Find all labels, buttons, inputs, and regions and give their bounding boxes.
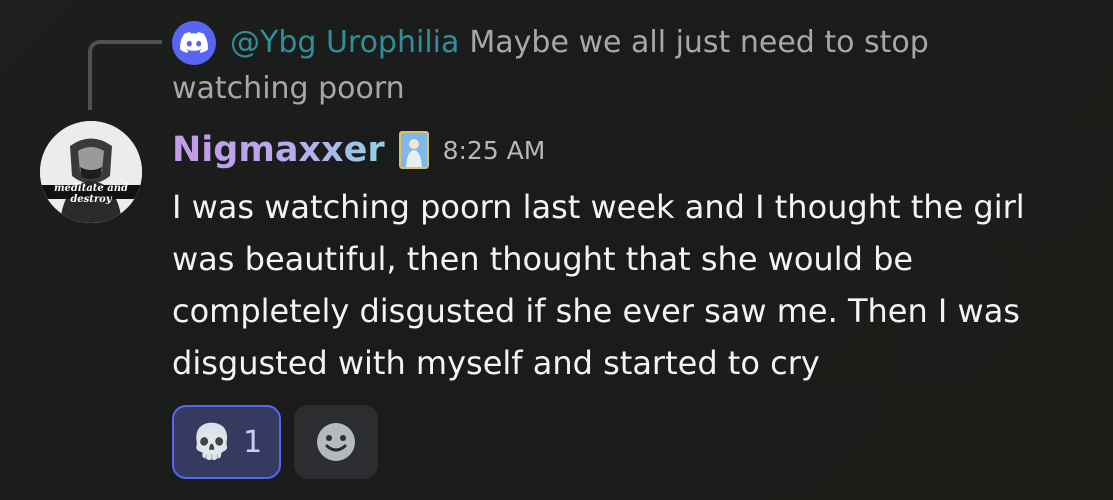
reaction-count: 1 [243, 424, 263, 460]
skull-emoji: 💀 [190, 422, 234, 462]
reply-username[interactable]: @Ybg Urophilia [230, 25, 459, 60]
smiley-face-icon [317, 423, 355, 461]
user-avatar[interactable]: meditate and destroy [40, 121, 142, 223]
add-reaction-button[interactable] [294, 405, 378, 479]
reply-connector-line [88, 40, 162, 110]
role-badge-icon[interactable] [398, 131, 429, 169]
reply-preview[interactable]: @Ybg Urophilia Maybe we all just need to … [172, 20, 972, 112]
reaction-skull[interactable]: 💀 1 [172, 405, 281, 479]
message-header: Nigmaxxer 8:25 AM [172, 128, 545, 172]
message-content: I was watching poorn last week and I tho… [172, 188, 1025, 382]
message-username[interactable]: Nigmaxxer [172, 130, 385, 170]
avatar-caption: meditate and destroy [53, 183, 129, 205]
message-timestamp: 8:25 AM [442, 135, 546, 165]
avatar-portrait [40, 121, 142, 223]
